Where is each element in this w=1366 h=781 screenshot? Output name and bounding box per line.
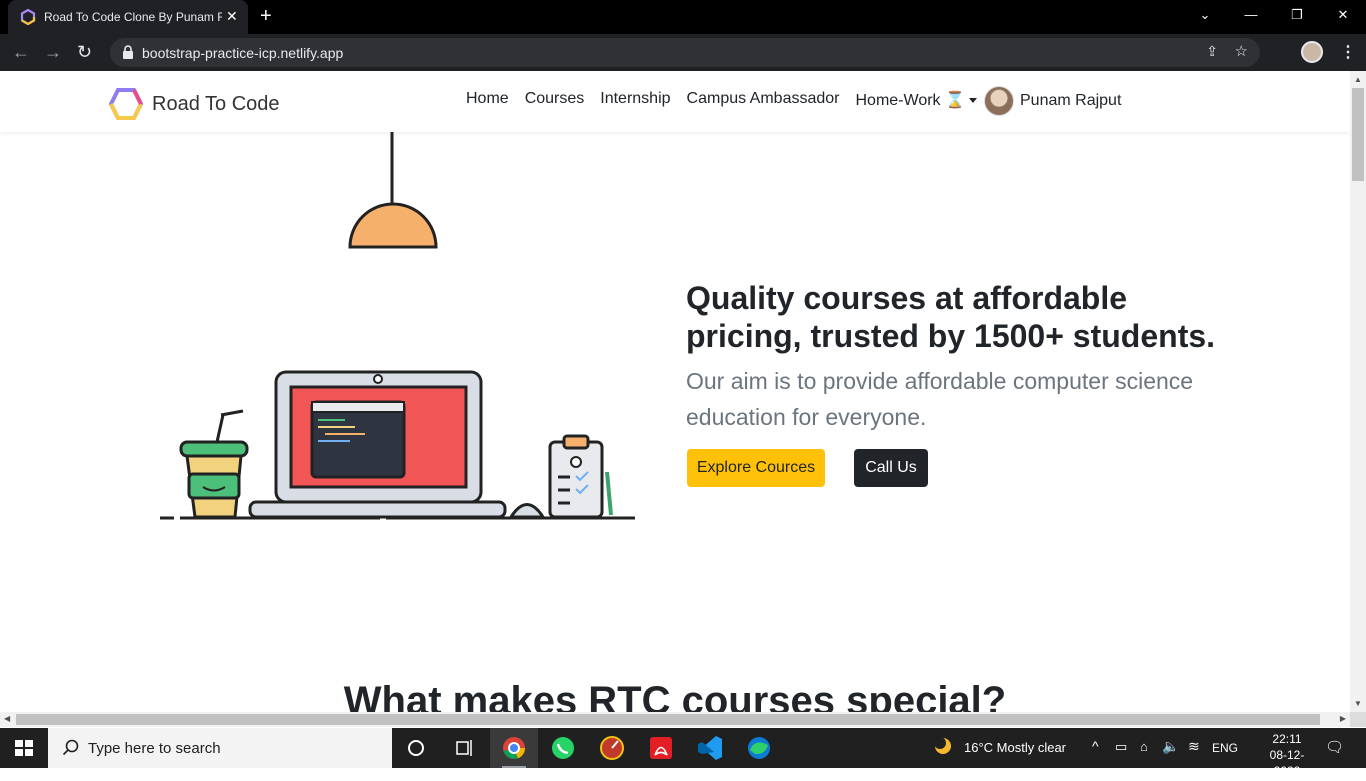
- tab-search-icon[interactable]: ⌄: [1182, 0, 1228, 30]
- scroll-up-icon[interactable]: ▲: [1354, 75, 1362, 84]
- clipboard: [548, 440, 604, 519]
- window-controls: ⌄ — ❐ ✕: [1182, 0, 1366, 34]
- nav-home-work-dropdown[interactable]: Home-Work ⌛: [848, 90, 985, 110]
- browser-tab[interactable]: Road To Code Clone By Punam Rajput ✕: [8, 0, 248, 34]
- nav-courses[interactable]: Courses: [517, 90, 593, 110]
- show-hidden-icons-icon[interactable]: ^: [1092, 738, 1099, 778]
- back-icon[interactable]: ←: [12, 42, 30, 63]
- network-icon[interactable]: ≋: [1188, 738, 1200, 778]
- cup-straw: [215, 414, 225, 443]
- vertical-scroll-thumb[interactable]: [1352, 88, 1364, 181]
- restore-icon[interactable]: ❐: [1274, 0, 1320, 30]
- clock-date: 08-12-2022: [1269, 748, 1305, 778]
- brand-name: Road To Code: [152, 92, 280, 115]
- search-placeholder: Type here to search: [88, 740, 221, 757]
- user-name: Punam Rajput: [1020, 92, 1122, 109]
- brand-logo-icon: [108, 88, 144, 120]
- language-indicator[interactable]: ENG: [1212, 741, 1238, 781]
- laptop-base: [248, 500, 507, 519]
- hero-title: Quality courses at affordable pricing, t…: [686, 280, 1216, 354]
- nav-links: Home Courses Internship Campus Ambassado…: [458, 90, 985, 110]
- dropdown-caret-icon: [968, 98, 977, 104]
- acrobat-icon[interactable]: [637, 728, 685, 768]
- nav-home-work-label: Home-Work ⌛: [855, 92, 965, 109]
- horizontal-scroll-thumb[interactable]: [16, 714, 1320, 725]
- explore-courses-button[interactable]: Explore Cources: [687, 449, 825, 487]
- menu-kebab-icon[interactable]: ⋮: [1340, 42, 1356, 62]
- whatsapp-icon[interactable]: [539, 728, 587, 768]
- profile-avatar[interactable]: [1301, 41, 1323, 63]
- weather-icon[interactable]: [930, 728, 956, 768]
- scroll-left-icon[interactable]: ◀: [4, 714, 10, 723]
- nav-internship[interactable]: Internship: [592, 90, 678, 110]
- scroll-right-icon[interactable]: ▶: [1340, 714, 1346, 723]
- vscode-icon[interactable]: [686, 728, 734, 768]
- section-title: What makes RTC courses special?: [343, 679, 1007, 712]
- address-bar-row: ← → ↻ bootstrap-practice-icp.netlify.app…: [0, 34, 1366, 93]
- meet-now-icon[interactable]: ⌂: [1140, 739, 1148, 779]
- system-clock[interactable]: 22:11 08-12-2022: [1262, 731, 1312, 779]
- hero-subtitle: Our aim is to provide affordable compute…: [686, 368, 1194, 430]
- forward-icon[interactable]: →: [44, 42, 62, 63]
- omnibox[interactable]: bootstrap-practice-icp.netlify.app ⇪ ☆: [110, 38, 1260, 67]
- mouse: [508, 503, 546, 519]
- scrollbar-corner: [1350, 712, 1366, 727]
- cortana-icon[interactable]: [392, 728, 440, 768]
- minimize-icon[interactable]: —: [1228, 0, 1274, 30]
- task-view-icon[interactable]: [440, 728, 488, 768]
- weather-text[interactable]: 16°C Mostly clear: [964, 740, 1066, 780]
- tab-close-icon[interactable]: ✕: [226, 8, 238, 25]
- user-menu[interactable]: Punam Rajput: [984, 86, 1121, 116]
- lamp-shade: [348, 202, 438, 249]
- call-us-button[interactable]: Call Us: [854, 449, 928, 487]
- close-window-icon[interactable]: ✕: [1320, 0, 1366, 30]
- hero-illustration: [160, 132, 635, 520]
- browser-tabbar: Road To Code Clone By Punam Rajput ✕ + ⌄…: [0, 0, 1366, 34]
- share-icon[interactable]: ⇪: [1206, 43, 1218, 60]
- chrome-icon: [503, 737, 526, 760]
- site-favicon-icon: [20, 9, 36, 25]
- nav-campus-ambassador[interactable]: Campus Ambassador: [679, 90, 848, 110]
- brand[interactable]: Road To Code: [108, 87, 280, 121]
- vertical-scrollbar[interactable]: ▲ ▼: [1350, 71, 1366, 712]
- user-avatar: [984, 86, 1014, 116]
- edge-icon[interactable]: [735, 728, 783, 768]
- page-viewport: Road To Code Home Courses Internship Cam…: [0, 71, 1350, 712]
- volume-icon[interactable]: 🔈: [1162, 738, 1179, 778]
- battery-icon[interactable]: ▭: [1115, 739, 1127, 779]
- horizontal-scrollbar[interactable]: ◀ ▶: [0, 712, 1350, 727]
- chrome-taskbar-icon[interactable]: [490, 728, 538, 768]
- url-text: bootstrap-practice-icp.netlify.app: [142, 45, 344, 61]
- taskbar-search-box[interactable]: Type here to search: [48, 728, 392, 768]
- reload-icon[interactable]: ↻: [77, 42, 92, 63]
- nav-home[interactable]: Home: [458, 90, 517, 110]
- site-navbar: Road To Code Home Courses Internship Cam…: [0, 71, 1350, 132]
- windows-taskbar: Type here to search 16°C Mostly clear ^ …: [0, 728, 1366, 778]
- lock-icon: [123, 45, 133, 59]
- windows-start-icon[interactable]: [0, 728, 48, 768]
- new-tab-icon[interactable]: +: [260, 5, 272, 28]
- clock-time: 22:11: [1272, 732, 1302, 746]
- tab-title: Road To Code Clone By Punam Rajput: [44, 10, 222, 24]
- cup-lid: [179, 440, 249, 458]
- wpm-app-icon[interactable]: [588, 728, 636, 768]
- scroll-down-icon[interactable]: ▼: [1354, 699, 1362, 708]
- notification-icon[interactable]: 🗨: [1325, 738, 1344, 778]
- search-icon: [62, 739, 79, 756]
- bookmark-star-icon[interactable]: ☆: [1235, 42, 1248, 60]
